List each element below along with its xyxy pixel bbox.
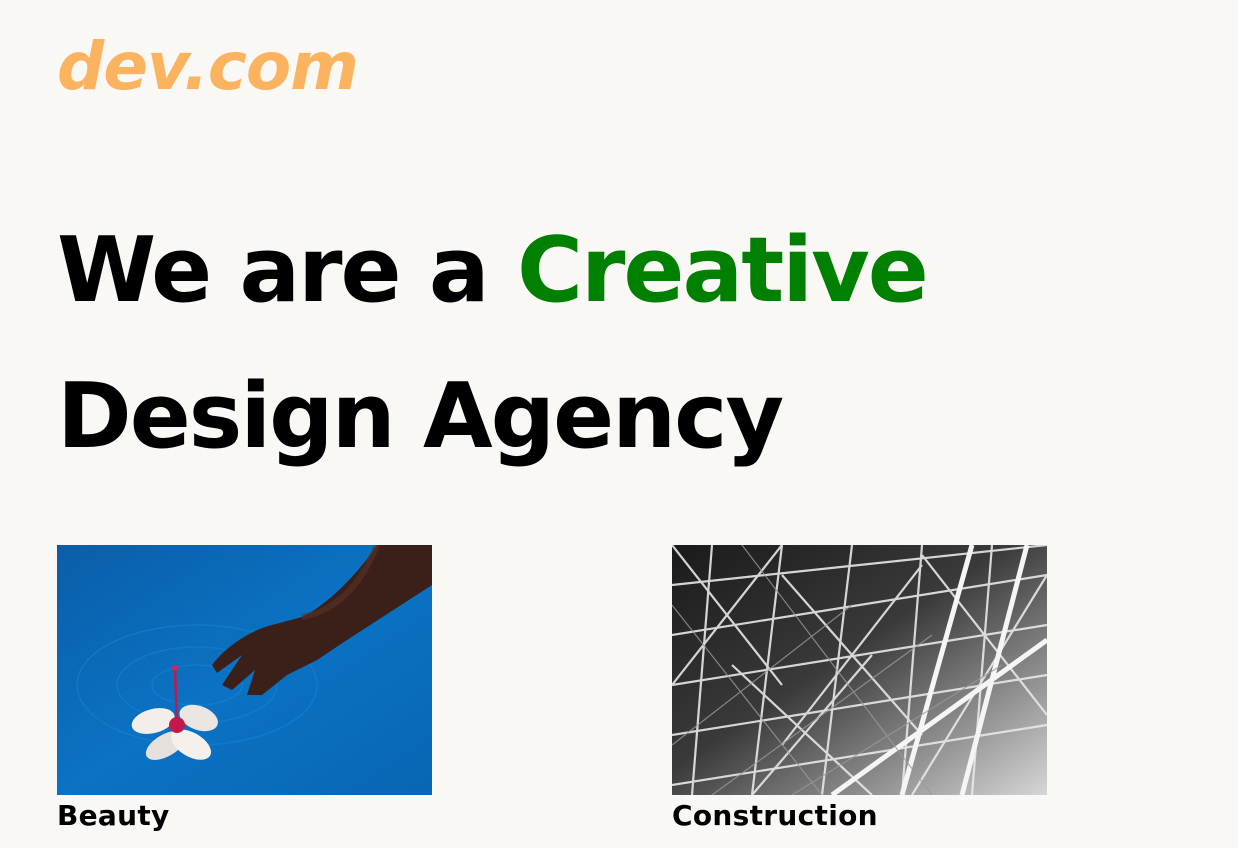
page: dev.com We are a Creative Design Agency <box>0 0 1238 848</box>
site-logo[interactable]: dev.com <box>57 34 359 100</box>
hero-line1-prefix: We are a <box>57 218 517 323</box>
hero-line2: Design Agency <box>57 364 784 469</box>
category-label-beauty: Beauty <box>57 799 170 832</box>
hero-accent-word: Creative <box>517 218 929 323</box>
category-label-construction: Construction <box>672 799 878 832</box>
category-card-construction[interactable]: Construction <box>672 545 1047 832</box>
hero-heading: We are a Creative Design Agency <box>57 198 929 490</box>
category-card-beauty[interactable]: Beauty <box>57 545 432 832</box>
hand-with-flower-in-water-image <box>57 545 432 795</box>
steel-truss-structure-image <box>672 545 1047 795</box>
